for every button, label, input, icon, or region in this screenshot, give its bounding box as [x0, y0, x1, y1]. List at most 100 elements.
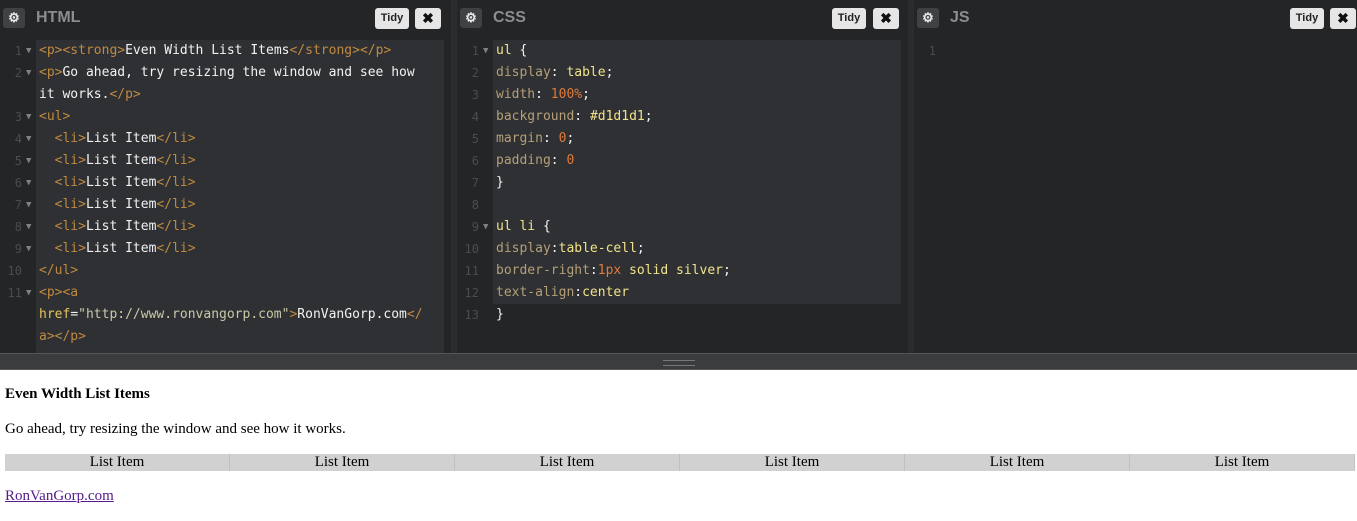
css-code-editor[interactable]: 1 ▼ ul {2 display: table; 3 width: 100%; 4 back…	[457, 40, 908, 353]
fold-arrow-icon[interactable]: ▼	[26, 106, 31, 128]
line-number: 13	[464, 308, 479, 322]
css-code-line[interactable]: 1 ▼ ul {	[457, 40, 908, 62]
html-code-line[interactable]: 6 ▼ <li>List Item</li>	[0, 172, 451, 194]
line-number: 6	[471, 154, 479, 168]
fold-arrow-icon[interactable]: ▼	[26, 128, 31, 150]
js-tidy-button[interactable]: Tidy	[1290, 8, 1324, 29]
css-code-line[interactable]: 13}	[457, 304, 908, 326]
code-text: background: #d1d1d1;	[496, 109, 653, 124]
result-list-item: List Item	[1130, 454, 1355, 471]
code-text: <p><a	[39, 285, 79, 300]
code-text: <li>List Item</li>	[54, 241, 196, 256]
code-text: <li>List Item</li>	[54, 197, 196, 212]
js-settings-gear-icon[interactable]: ⚙	[917, 8, 939, 28]
line-number: 10	[464, 242, 479, 256]
result-link[interactable]: RonVanGorp.com	[5, 488, 114, 505]
html-code-line[interactable]: it works.</p>	[0, 84, 451, 106]
html-code-line[interactable]: 2 ▼ <p>Go ahead, try resizing the window a…	[0, 62, 451, 84]
result-paragraph: Go ahead, try resizing the window and se…	[5, 421, 346, 437]
css-panel: ⚙ CSS Tidy ✖ 1 ▼ ul {2 display: table; 3 widt…	[457, 0, 908, 353]
line-number: 4	[14, 132, 22, 146]
css-code-line[interactable]: 4 background: #d1d1d1;	[457, 106, 908, 128]
code-text: padding: 0	[496, 153, 575, 168]
css-code-line[interactable]: 3 width: 100%;	[457, 84, 908, 106]
code-text: }	[496, 307, 504, 322]
fold-arrow-icon[interactable]: ▼	[26, 172, 31, 194]
html-code-line[interactable]: 1 ▼ <p><strong>Even Width List Items</stro…	[0, 40, 451, 62]
line-number: 5	[14, 154, 22, 168]
css-tidy-button[interactable]: Tidy	[832, 8, 866, 29]
line-number: 8	[14, 220, 22, 234]
code-text: text-align:center	[496, 285, 630, 300]
js-panel-header: ⚙ JS Tidy ✖	[914, 0, 1357, 36]
css-code-line[interactable]: 10 display:table-cell;	[457, 238, 908, 260]
html-tidy-button[interactable]: Tidy	[375, 8, 409, 29]
fold-arrow-icon[interactable]: ▼	[26, 62, 31, 84]
html-panel: ⚙ HTML Tidy ✖ 1 ▼ <p><strong>Even Width Li…	[0, 0, 451, 353]
result-list-item: List Item	[455, 454, 680, 471]
line-number: 3	[471, 88, 479, 102]
css-panel-title: CSS	[493, 9, 526, 26]
css-code-line[interactable]: 2 display: table;	[457, 62, 908, 84]
html-code-line[interactable]: 3 ▼ <ul>	[0, 106, 451, 128]
code-text: a></p>	[39, 329, 86, 344]
html-close-icon[interactable]: ✖	[415, 8, 441, 29]
js-panel: ⚙ JS Tidy ✖ 1	[914, 0, 1357, 353]
html-code-line[interactable]: 5 ▼ <li>List Item</li>	[0, 150, 451, 172]
code-text: <li>List Item</li>	[54, 219, 196, 234]
css-code-line[interactable]: 8	[457, 194, 908, 216]
fold-arrow-icon[interactable]: ▼	[26, 216, 31, 238]
code-text: <p>Go ahead, try resizing the window and…	[39, 65, 415, 80]
code-text: <li>List Item</li>	[54, 175, 196, 190]
fold-arrow-icon[interactable]: ▼	[26, 194, 31, 216]
resize-splitter[interactable]	[0, 353, 1357, 370]
html-settings-gear-icon[interactable]: ⚙	[3, 8, 25, 28]
line-number: 10	[7, 264, 22, 278]
code-text: border-right:1px solid silver;	[496, 263, 731, 278]
fold-arrow-icon[interactable]: ▼	[26, 282, 31, 304]
drag-grip-icon[interactable]	[663, 360, 695, 366]
line-number: 1	[928, 44, 936, 58]
css-close-icon[interactable]: ✖	[873, 8, 899, 29]
line-number: 5	[471, 132, 479, 146]
line-number: 7	[471, 176, 479, 190]
js-code-editor[interactable]: 1	[914, 40, 1357, 353]
html-code-line[interactable]: 8 ▼ <li>List Item</li>	[0, 216, 451, 238]
code-text: }	[496, 175, 504, 190]
html-code-line[interactable]: 11 ▼ <p><a	[0, 282, 451, 304]
line-number: 9	[471, 220, 479, 234]
js-close-icon[interactable]: ✖	[1330, 8, 1356, 29]
css-code-line[interactable]: 9 ▼ ul li {	[457, 216, 908, 238]
fold-arrow-icon[interactable]: ▼	[483, 40, 488, 62]
css-code-line[interactable]: 7}	[457, 172, 908, 194]
line-number: 7	[14, 198, 22, 212]
fold-arrow-icon[interactable]: ▼	[26, 238, 31, 260]
fold-arrow-icon[interactable]: ▼	[26, 150, 31, 172]
css-code-line[interactable]: 12 text-align:center	[457, 282, 908, 304]
css-settings-gear-icon[interactable]: ⚙	[460, 8, 482, 28]
line-number: 2	[14, 66, 22, 80]
html-code-line[interactable]: href="http://www.ronvangorp.com">RonVanG…	[0, 304, 451, 326]
code-text: <ul>	[39, 109, 71, 124]
html-code-line[interactable]: 9 ▼ <li>List Item</li>	[0, 238, 451, 260]
line-number: 12	[464, 286, 479, 300]
html-code-line[interactable]: a></p>	[0, 326, 451, 348]
html-code-line[interactable]: 7 ▼ <li>List Item</li>	[0, 194, 451, 216]
html-code-editor[interactable]: 1 ▼ <p><strong>Even Width List Items</stro…	[0, 40, 451, 353]
code-text: href="http://www.ronvangorp.com">RonVanG…	[39, 307, 423, 322]
css-code-line[interactable]: 6 padding: 0	[457, 150, 908, 172]
fold-arrow-icon[interactable]: ▼	[483, 216, 488, 238]
code-text: <p><strong>Even Width List Items</strong…	[39, 43, 392, 58]
css-code-line[interactable]: 5 margin: 0;	[457, 128, 908, 150]
html-code-line[interactable]: 4 ▼ <li>List Item</li>	[0, 128, 451, 150]
line-number: 1	[471, 44, 479, 58]
js-code-line[interactable]: 1	[914, 40, 1357, 62]
line-number: 8	[471, 198, 479, 212]
line-number: 1	[14, 44, 22, 58]
fold-arrow-icon[interactable]: ▼	[26, 40, 31, 62]
code-text: <li>List Item</li>	[54, 131, 196, 146]
html-code-line[interactable]: 10 </ul>	[0, 260, 451, 282]
result-list-item: List Item	[905, 454, 1130, 471]
line-number: 3	[14, 110, 22, 124]
css-code-line[interactable]: 11 border-right:1px solid silver;	[457, 260, 908, 282]
